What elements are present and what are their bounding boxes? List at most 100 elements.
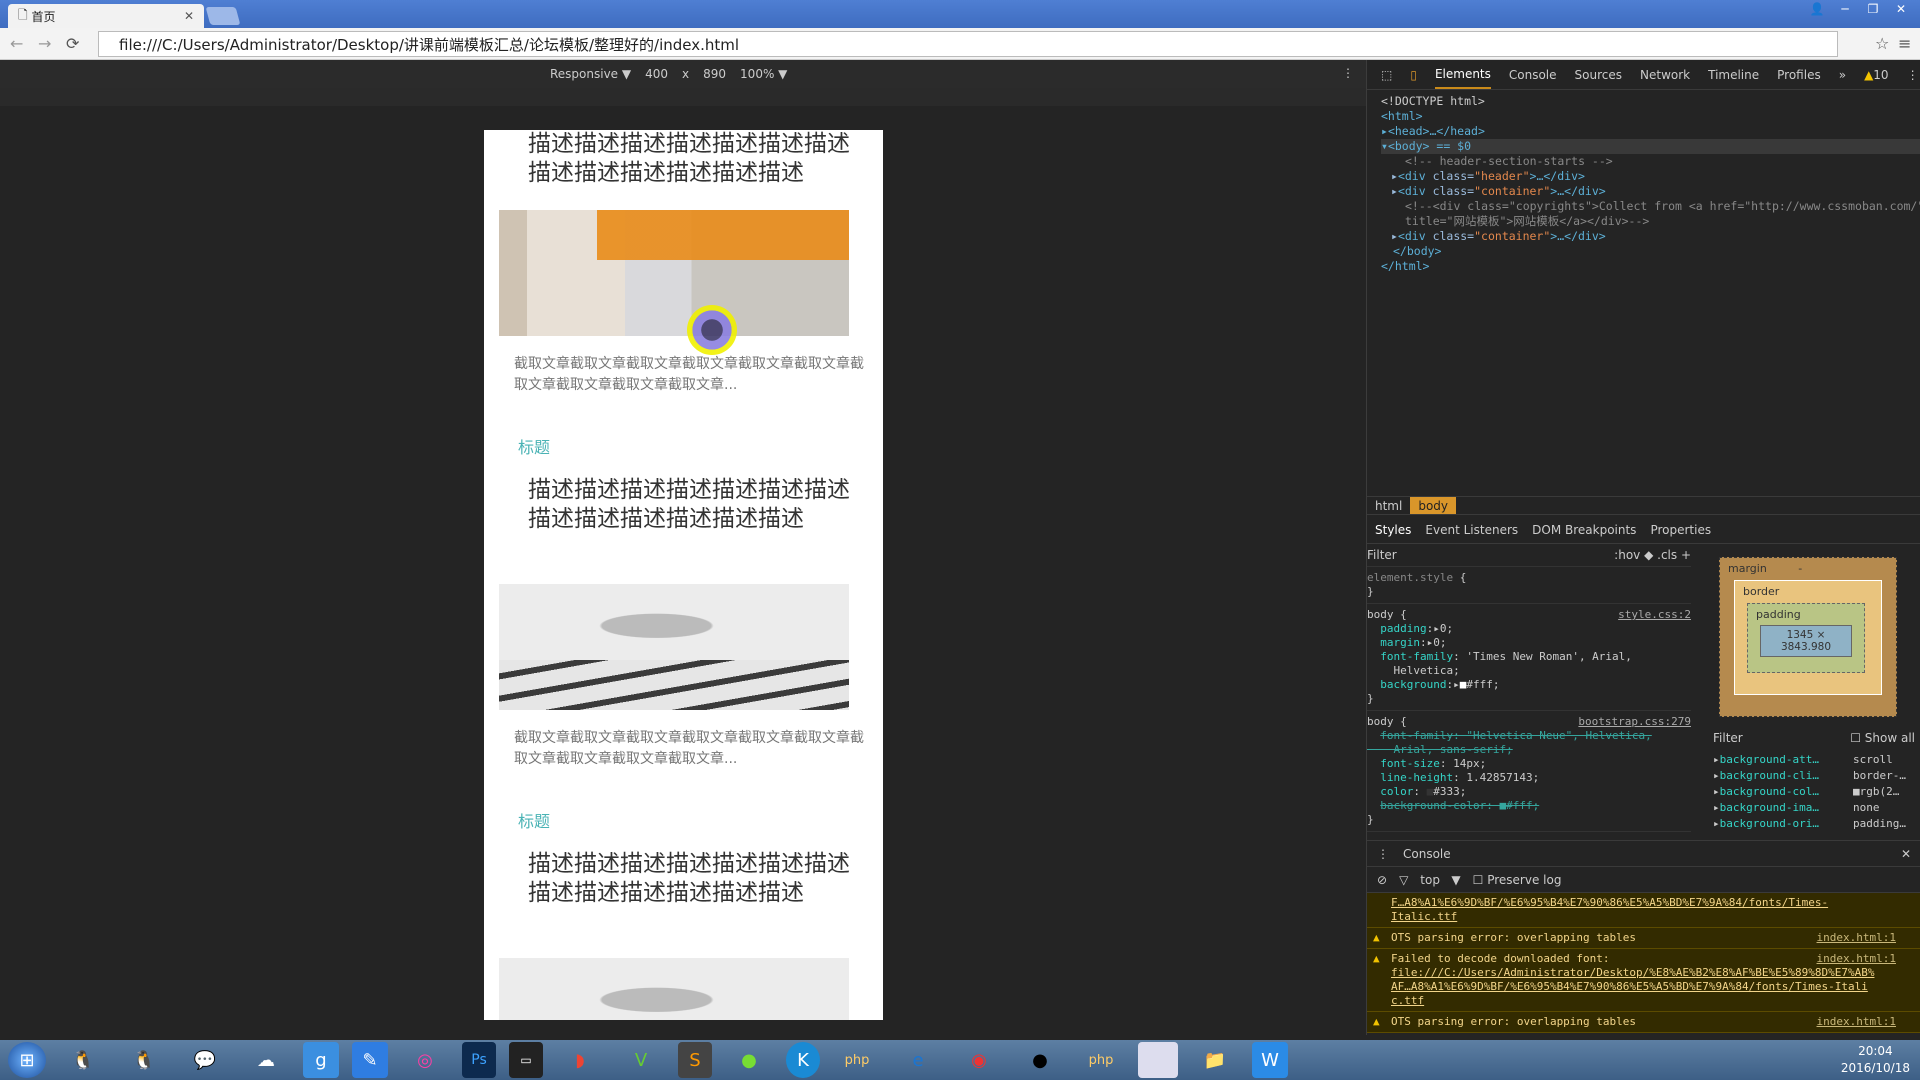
hov-button[interactable]: :hov xyxy=(1614,548,1640,562)
computed-row[interactable]: ▸background-col… ■rgb(2… xyxy=(1707,784,1920,800)
vim-icon[interactable]: V xyxy=(617,1042,665,1078)
width-input[interactable]: 400 xyxy=(645,67,668,81)
file-explorer-icon[interactable]: 📁 xyxy=(1191,1042,1239,1078)
more-options-icon[interactable]: ⋮ xyxy=(1342,66,1354,80)
terminal-icon[interactable]: ▭ xyxy=(509,1042,543,1078)
breadcrumb-body[interactable]: body xyxy=(1410,497,1457,514)
user-icon[interactable]: 👤 xyxy=(1806,2,1828,16)
back-icon[interactable]: ← xyxy=(10,34,23,53)
tab-properties[interactable]: Properties xyxy=(1650,523,1711,537)
drawer-menu-icon[interactable]: ⋮ xyxy=(1377,847,1389,861)
preserve-log-checkbox[interactable]: ☐ Preserve log xyxy=(1473,873,1562,887)
more-tabs-button[interactable]: » xyxy=(1839,68,1846,82)
dom-node[interactable]: ▸<div class="container">…</div> xyxy=(1381,184,1920,199)
dom-node[interactable]: <html> xyxy=(1381,109,1920,124)
device-mode-select[interactable]: Responsive ▼ xyxy=(550,67,631,81)
source-link[interactable]: index.html:1 xyxy=(1817,1015,1896,1029)
phpstudy-icon[interactable]: php xyxy=(1077,1042,1125,1078)
computed-row[interactable]: ▸background-ima… none xyxy=(1707,800,1920,816)
article-image[interactable] xyxy=(499,210,849,336)
app-icon[interactable]: ◗ xyxy=(556,1042,604,1078)
photoshop-icon[interactable]: Ps xyxy=(462,1042,496,1078)
ie-icon[interactable]: e xyxy=(894,1042,942,1078)
clock[interactable]: 20:04 2016/10/18 xyxy=(1841,1043,1910,1077)
tab-dom-breakpoints[interactable]: DOM Breakpoints xyxy=(1532,523,1636,537)
dom-node[interactable]: ▸<head>…</head> xyxy=(1381,124,1920,139)
article-title-link[interactable]: 标题 xyxy=(484,770,883,850)
window-thumbnail-icon[interactable] xyxy=(1138,1042,1178,1078)
font-url-link[interactable]: file:///C:/Users/Administrator/Desktop/%… xyxy=(1391,966,1874,1007)
article-image[interactable] xyxy=(499,958,849,1020)
computed-row[interactable]: ▸background-att… scroll xyxy=(1707,752,1920,768)
computed-row[interactable]: ▸background-cli… border-… xyxy=(1707,768,1920,784)
zoom-select[interactable]: 100% ▼ xyxy=(740,67,787,81)
star-icon[interactable]: ☆ xyxy=(1875,34,1889,53)
cls-button[interactable]: .cls xyxy=(1657,548,1677,562)
source-link[interactable]: index.html:1 xyxy=(1817,952,1896,966)
article-title-link[interactable]: 标题 xyxy=(484,396,883,476)
article-image[interactable] xyxy=(499,584,849,710)
app-icon[interactable]: W xyxy=(1252,1042,1288,1078)
dom-comment[interactable]: <!--<div class="copyrights">Collect from… xyxy=(1381,199,1920,214)
qq-international-icon[interactable]: 🐧 xyxy=(120,1042,168,1078)
dom-node[interactable]: </html> xyxy=(1381,259,1920,274)
chrome-icon[interactable]: ◉ xyxy=(955,1042,1003,1078)
dom-comment[interactable]: <!-- header-section-starts --> xyxy=(1381,154,1920,169)
context-select[interactable]: top ▼ xyxy=(1420,873,1460,887)
height-input[interactable]: 890 xyxy=(703,67,726,81)
breadcrumb-html[interactable]: html xyxy=(1367,497,1410,514)
warning-count[interactable]: ▲10 xyxy=(1864,68,1889,82)
minimize-button[interactable]: ─ xyxy=(1834,2,1856,16)
dom-comment[interactable]: title="网站模板">网站模板</a></div>--> xyxy=(1381,214,1920,229)
dom-node[interactable]: <!DOCTYPE html> xyxy=(1381,94,1920,109)
show-all-checkbox[interactable]: ☐ Show all xyxy=(1850,730,1915,746)
tab-network[interactable]: Network xyxy=(1640,68,1690,82)
dom-node[interactable]: ▸<div class="container">…</div> xyxy=(1381,229,1920,244)
kugou-icon[interactable]: K xyxy=(786,1042,820,1078)
app-icon[interactable]: g xyxy=(303,1042,339,1078)
tab-timeline[interactable]: Timeline xyxy=(1708,68,1759,82)
source-link[interactable]: style.css:2 xyxy=(1618,608,1691,622)
url-input[interactable]: file:///C:/Users/Administrator/Desktop/讲… xyxy=(98,31,1838,57)
wechat-icon[interactable]: 💬 xyxy=(181,1042,229,1078)
editor-icon[interactable]: ✎ xyxy=(352,1042,388,1078)
console-drawer-tab[interactable]: Console xyxy=(1403,847,1451,861)
close-window-button[interactable]: ✕ xyxy=(1890,2,1912,16)
browser-tab[interactable]: 🗋 首页 ✕ xyxy=(8,4,204,28)
obs-icon[interactable]: ● xyxy=(1016,1042,1064,1078)
close-tab-icon[interactable]: ✕ xyxy=(184,9,194,23)
phpstudy-icon[interactable]: php xyxy=(833,1042,881,1078)
tab-console[interactable]: Console xyxy=(1509,68,1557,82)
source-link[interactable]: bootstrap.css:279 xyxy=(1578,715,1691,729)
device-toggle-icon[interactable]: ▯ xyxy=(1410,68,1417,82)
menu-icon[interactable]: ≡ xyxy=(1898,34,1911,53)
tab-elements[interactable]: Elements xyxy=(1434,61,1491,89)
dom-node-selected[interactable]: ▾<body> == $0 xyxy=(1381,139,1920,154)
dom-node[interactable]: ▸<div class="header">…</div> xyxy=(1381,169,1920,184)
new-tab-button[interactable] xyxy=(205,7,241,25)
media-icon[interactable]: ◎ xyxy=(401,1042,449,1078)
qq-icon[interactable]: 🐧 xyxy=(59,1042,107,1078)
computed-filter-input[interactable]: Filter xyxy=(1713,731,1743,745)
app-icon[interactable]: ● xyxy=(725,1042,773,1078)
restore-button[interactable]: ❐ xyxy=(1862,2,1884,16)
inspect-icon[interactable]: ⬚ xyxy=(1381,68,1392,82)
styles-filter-input[interactable]: Filter xyxy=(1367,548,1397,562)
sublime-icon[interactable]: S xyxy=(678,1042,712,1078)
source-link[interactable]: index.html:1 xyxy=(1817,931,1896,945)
tab-event-listeners[interactable]: Event Listeners xyxy=(1425,523,1518,537)
font-url-link[interactable]: F…A8%A1%E6%9D%BF/%E6%95%B4%E7%90%86%E5%A… xyxy=(1391,896,1828,923)
devtools-menu-icon[interactable]: ⋮ xyxy=(1907,68,1919,82)
baidu-netdisk-icon[interactable]: ☁ xyxy=(242,1042,290,1078)
computed-row[interactable]: ▸background-ori… padding… xyxy=(1707,816,1920,832)
tab-profiles[interactable]: Profiles xyxy=(1777,68,1821,82)
dom-node[interactable]: </body> xyxy=(1381,244,1920,259)
clear-console-icon[interactable]: ⊘ xyxy=(1377,873,1387,887)
tab-styles[interactable]: Styles xyxy=(1375,523,1411,537)
tab-sources[interactable]: Sources xyxy=(1575,68,1622,82)
start-button[interactable]: ⊞ xyxy=(8,1042,46,1078)
filter-icon[interactable]: ▽ xyxy=(1399,873,1408,887)
close-drawer-icon[interactable]: ✕ xyxy=(1901,847,1911,861)
forward-icon[interactable]: → xyxy=(38,34,51,53)
reload-icon[interactable]: ⟳ xyxy=(66,34,79,53)
